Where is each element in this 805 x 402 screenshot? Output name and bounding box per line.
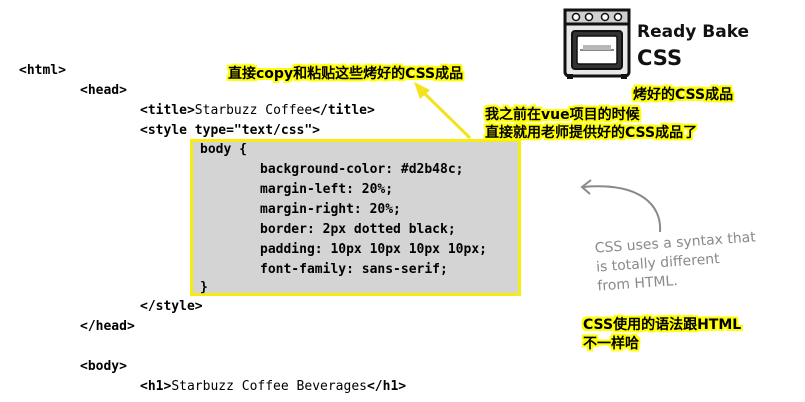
annotation-baked-css: 烤好的CSS成品 bbox=[633, 87, 734, 103]
annotation-vue-line2: 直接就用老师提供好的CSS成品了 bbox=[485, 125, 698, 141]
annotation-arrows bbox=[414, 82, 662, 233]
gray-curved-arrow-icon bbox=[580, 179, 662, 233]
logo-title-line2: CSS bbox=[637, 46, 683, 70]
annotation-copy-paste: 直接copy和粘贴这些烤好的CSS成品 bbox=[228, 66, 464, 82]
handwritten-note: CSS uses a syntax that is totally differ… bbox=[594, 228, 759, 296]
annotation-syntax-line1: CSS使用的语法跟HTML bbox=[583, 317, 742, 333]
note-line: from HTML. bbox=[596, 272, 679, 295]
annotation-vue-line1: 我之前在vue项目的时候 bbox=[485, 107, 640, 123]
logo-title-line1: Ready Bake bbox=[637, 22, 750, 42]
page: { "code": { "l1": "<html>", "l2": "<head… bbox=[0, 0, 805, 402]
annotation-syntax-line2: 不一样哈 bbox=[583, 336, 639, 352]
oven-icon bbox=[563, 8, 631, 79]
yellow-arrow-icon bbox=[414, 82, 472, 140]
